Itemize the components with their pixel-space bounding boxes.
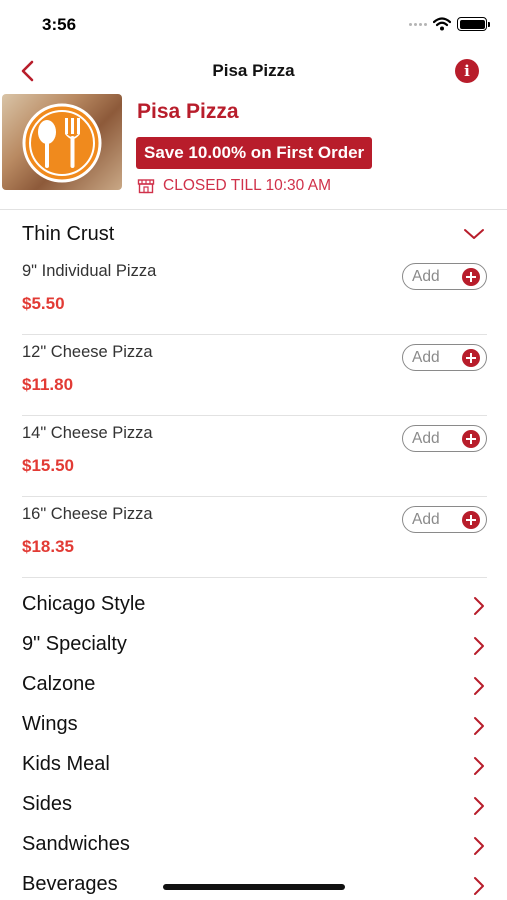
item-name: 12" Cheese Pizza: [22, 343, 153, 361]
section-thin-crust-header[interactable]: Thin Crust: [0, 212, 507, 256]
add-label: Add: [412, 510, 440, 528]
category-row[interactable]: Calzone: [0, 668, 507, 708]
add-button[interactable]: Add: [402, 344, 487, 371]
menu-item: 14" Cheese Pizza $15.50 Add: [0, 424, 507, 505]
add-button[interactable]: Add: [402, 425, 487, 452]
category-row[interactable]: Sides: [0, 788, 507, 828]
chevron-right-icon: [474, 597, 484, 615]
item-divider: [22, 496, 487, 497]
home-indicator[interactable]: [163, 884, 345, 890]
chevron-right-icon: [474, 677, 484, 695]
chevron-right-icon: [474, 797, 484, 815]
item-price: $18.35: [22, 537, 74, 556]
chevron-right-icon: [474, 717, 484, 735]
chevron-right-icon: [474, 637, 484, 655]
nav-title: Pisa Pizza: [212, 61, 295, 80]
item-price: $11.80: [22, 375, 74, 394]
plus-icon: [462, 267, 480, 286]
promo-badge: Save 10.00% on First Order: [136, 137, 373, 169]
category-row[interactable]: Wings: [0, 708, 507, 748]
category-label: Sides: [22, 793, 73, 815]
item-price: $15.50: [22, 456, 74, 475]
add-label: Add: [412, 348, 440, 366]
menu-item: 12" Cheese Pizza $11.80 Add: [0, 343, 507, 424]
category-row[interactable]: Chicago Style: [0, 588, 507, 628]
category-label: Beverages: [22, 873, 118, 895]
plus-icon: [462, 510, 480, 529]
store-icon: [137, 179, 155, 194]
nav-bar: Pisa Pizza i: [0, 48, 507, 92]
plus-icon: [462, 429, 480, 448]
add-button[interactable]: Add: [402, 506, 487, 533]
header-divider: [0, 209, 507, 210]
menu-item: 16" Cheese Pizza $18.35 Add: [0, 505, 507, 586]
restaurant-logo: [2, 94, 122, 190]
plus-icon: [462, 348, 480, 367]
item-name: 16" Cheese Pizza: [22, 505, 153, 523]
category-row[interactable]: Sandwiches: [0, 828, 507, 868]
chevron-right-icon: [474, 877, 484, 895]
add-label: Add: [412, 267, 440, 285]
status-bar: 3:56: [0, 0, 507, 48]
category-label: Wings: [22, 713, 78, 735]
wifi-icon: [433, 17, 451, 31]
section-title: Thin Crust: [22, 223, 115, 245]
item-divider: [22, 577, 487, 578]
category-label: Calzone: [22, 673, 96, 695]
category-row[interactable]: 9" Specialty: [0, 628, 507, 668]
restaurant-logo-icon: [22, 103, 102, 183]
menu-item: 9" Individual Pizza $5.50 Add: [0, 262, 507, 343]
item-name: 14" Cheese Pizza: [22, 424, 153, 442]
chevron-right-icon: [474, 757, 484, 775]
battery-icon: [457, 17, 490, 31]
add-label: Add: [412, 429, 440, 447]
category-label: Kids Meal: [22, 753, 110, 775]
category-label: 9" Specialty: [22, 633, 127, 655]
cellular-signal-icon: [409, 22, 427, 26]
restaurant-name: Pisa Pizza: [137, 100, 239, 123]
info-icon: i: [464, 62, 470, 80]
status-indicators: [409, 16, 490, 32]
item-divider: [22, 415, 487, 416]
item-name: 9" Individual Pizza: [22, 262, 157, 280]
item-price: $5.50: [22, 294, 65, 313]
status-time: 3:56: [42, 15, 77, 34]
chevron-right-icon: [474, 837, 484, 855]
item-divider: [22, 334, 487, 335]
category-row[interactable]: Kids Meal: [0, 748, 507, 788]
add-button[interactable]: Add: [402, 263, 487, 290]
category-label: Sandwiches: [22, 833, 130, 855]
category-label: Chicago Style: [22, 593, 146, 615]
chevron-down-icon: [464, 229, 484, 239]
opening-status-text: CLOSED TILL 10:30 AM: [163, 177, 332, 194]
restaurant-header: Pisa Pizza Save 10.00% on First Order CL…: [0, 94, 507, 210]
info-button[interactable]: i: [455, 59, 479, 83]
opening-status: CLOSED TILL 10:30 AM: [137, 177, 331, 195]
